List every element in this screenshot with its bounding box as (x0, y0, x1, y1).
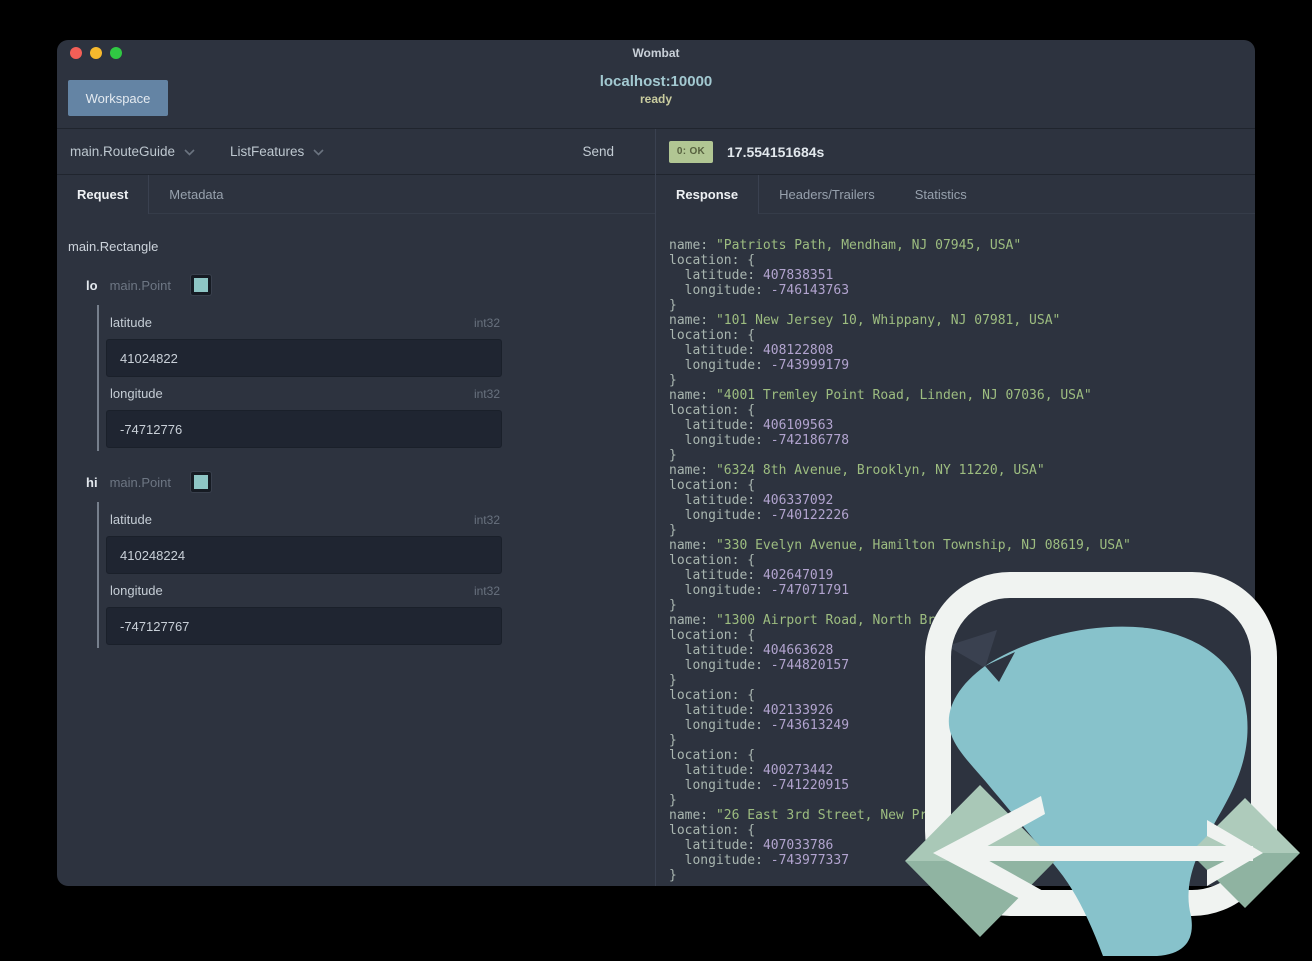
tab-headers-trailers[interactable]: Headers/Trailers (759, 175, 895, 213)
tab-statistics[interactable]: Statistics (895, 175, 987, 213)
lo-point-checkbox[interactable] (190, 275, 211, 295)
hi-latitude-input[interactable] (106, 536, 502, 574)
method-select-value: ListFeatures (230, 144, 305, 159)
app-window: Wombat Workspace localhost:10000 ready m… (57, 40, 1255, 886)
lo-point-group: latitude int32 longitude int32 (97, 305, 502, 451)
response-toolbar: 0: OK 17.554151684s (656, 129, 1255, 175)
status-badge: 0: OK (669, 140, 713, 163)
service-select[interactable]: main.RouteGuide (70, 143, 220, 161)
window-title: Wombat (632, 46, 680, 60)
request-pane: main.RouteGuide ListFeatures Send Reques… (57, 129, 656, 886)
header: Workspace localhost:10000 ready (57, 66, 1255, 129)
longitude-label: longitude (110, 386, 163, 401)
response-output-area[interactable]: name: "Patriots Path, Mendham, NJ 07945,… (656, 214, 1255, 886)
field-label-row: latitude int32 (110, 315, 500, 330)
message-type-label: main.Rectangle (68, 239, 159, 254)
close-window-button[interactable] (70, 47, 82, 59)
titlebar: Wombat (57, 40, 1255, 66)
tab-metadata[interactable]: Metadata (149, 175, 243, 213)
field-label-row: longitude int32 (110, 583, 500, 598)
field-name: lo (86, 277, 98, 293)
connection-state: ready (639, 91, 673, 106)
request-tabs: Request Metadata (57, 175, 655, 214)
field-label-row: longitude int32 (110, 386, 500, 401)
field-type: main.Point (109, 474, 171, 490)
hi-point-checkbox[interactable] (190, 472, 211, 492)
type-label: int32 (473, 316, 500, 330)
latitude-label: latitude (110, 512, 152, 527)
chevron-down-icon (313, 143, 324, 161)
field-name: hi (86, 474, 98, 490)
hi-point-group: latitude int32 longitude int32 (97, 502, 502, 648)
method-select[interactable]: ListFeatures (230, 143, 365, 161)
field-type: main.Point (109, 277, 171, 293)
response-pane: 0: OK 17.554151684s Response Headers/Tra… (656, 129, 1255, 886)
type-label: int32 (473, 584, 500, 598)
hi-longitude-input[interactable] (106, 607, 502, 645)
lo-longitude-input[interactable] (106, 410, 502, 448)
minimize-window-button[interactable] (90, 47, 102, 59)
zoom-window-button[interactable] (110, 47, 122, 59)
request-toolbar: main.RouteGuide ListFeatures Send (57, 129, 655, 175)
response-output: name: "Patriots Path, Mendham, NJ 07945,… (669, 238, 1131, 883)
service-select-value: main.RouteGuide (70, 144, 176, 159)
longitude-label: longitude (110, 583, 163, 598)
field-label-row: latitude int32 (110, 512, 500, 527)
traffic-lights (70, 47, 122, 59)
send-button[interactable]: Send (576, 143, 620, 160)
type-label: int32 (473, 513, 500, 527)
latitude-label: latitude (110, 315, 152, 330)
lo-latitude-input[interactable] (106, 339, 502, 377)
field-row-lo: lo main.Point (86, 275, 655, 295)
response-tabs: Response Headers/Trailers Statistics (656, 175, 1255, 214)
call-duration: 17.554151684s (727, 143, 825, 160)
server-address: localhost:10000 (599, 73, 713, 90)
request-form: main.Rectangle lo main.Point latitude in… (57, 214, 655, 886)
tab-response[interactable]: Response (656, 175, 760, 214)
tab-request[interactable]: Request (57, 175, 150, 214)
field-row-hi: hi main.Point (86, 472, 655, 492)
connection-status: localhost:10000 ready (57, 73, 1255, 107)
chevron-down-icon (184, 143, 195, 161)
type-label: int32 (473, 387, 500, 401)
